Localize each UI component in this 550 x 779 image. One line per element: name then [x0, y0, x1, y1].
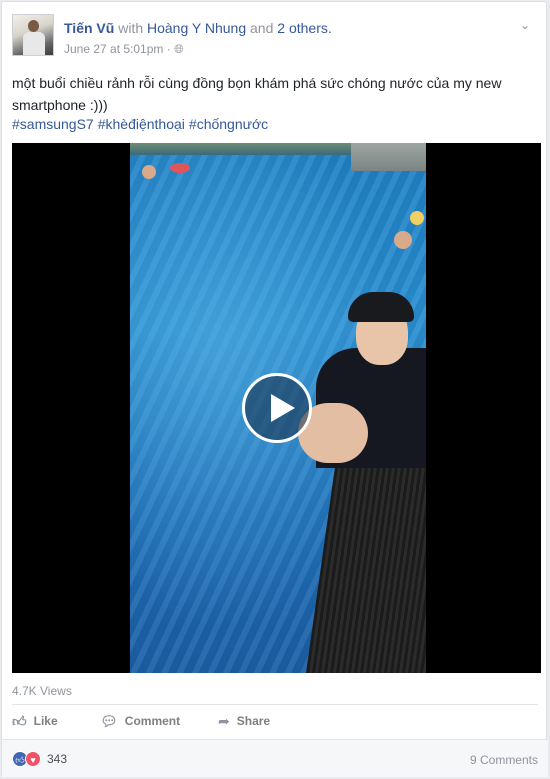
- view-count: 4.7K Views: [12, 684, 72, 698]
- speech-bubble-icon: 💬︎: [100, 713, 118, 729]
- tagged-others[interactable]: 2 others.: [277, 20, 331, 36]
- share-label: Share: [236, 714, 271, 728]
- post-title-line: Tiến Vũ with Hoàng Y Nhung and 2 others.: [64, 20, 332, 36]
- author-name[interactable]: Tiến Vũ: [64, 20, 114, 36]
- share-button[interactable]: ➦ Share: [218, 714, 270, 728]
- thumbs-up-icon: 👍︎: [12, 713, 27, 729]
- hashtag-link[interactable]: #khèđiệnthoại: [98, 116, 185, 132]
- reactions-summary[interactable]: 👍︎ ♥ 343: [12, 751, 67, 767]
- share-arrow-icon: ➦: [218, 713, 230, 729]
- action-bar: 👍︎ Like 💬︎ Comment ➦ Share: [12, 704, 538, 737]
- love-reaction-icon: ♥: [25, 751, 41, 767]
- comment-button[interactable]: 💬︎ Comment: [100, 714, 180, 728]
- and-text: and: [250, 20, 274, 36]
- comment-label: Comment: [124, 714, 181, 728]
- post-timestamp[interactable]: June 27 at 5:01pm ·: [64, 42, 171, 56]
- post-text: một buổi chiều rảnh rỗi cùng đồng bọn kh…: [12, 75, 502, 113]
- hashtag-link[interactable]: #samsungS7: [12, 116, 94, 132]
- author-avatar[interactable]: [12, 14, 54, 56]
- play-icon[interactable]: [242, 373, 312, 443]
- globe-icon: 🌐︎: [174, 42, 184, 56]
- reactions-count: 343: [47, 752, 68, 766]
- post-card: Tiến Vũ with Hoàng Y Nhung and 2 others.…: [1, 1, 548, 777]
- chevron-down-icon[interactable]: ⌄: [520, 18, 534, 32]
- post-header: Tiến Vũ with Hoàng Y Nhung and 2 others.…: [12, 12, 538, 60]
- with-text: with: [118, 20, 144, 36]
- like-button[interactable]: 👍︎ Like: [12, 714, 58, 728]
- tagged-person[interactable]: Hoàng Y Nhung: [147, 20, 246, 36]
- like-label: Like: [33, 714, 58, 728]
- hashtags: #samsungS7 #khèđiệnthoại #chốngnước: [12, 116, 272, 132]
- video-player[interactable]: [12, 143, 541, 673]
- comments-count[interactable]: 9 Comments: [470, 753, 538, 767]
- hashtag-link[interactable]: #chốngnước: [189, 116, 268, 132]
- post-meta: June 27 at 5:01pm · 🌐︎: [64, 42, 184, 57]
- reactions-footer: 👍︎ ♥ 343 9 Comments: [2, 739, 548, 777]
